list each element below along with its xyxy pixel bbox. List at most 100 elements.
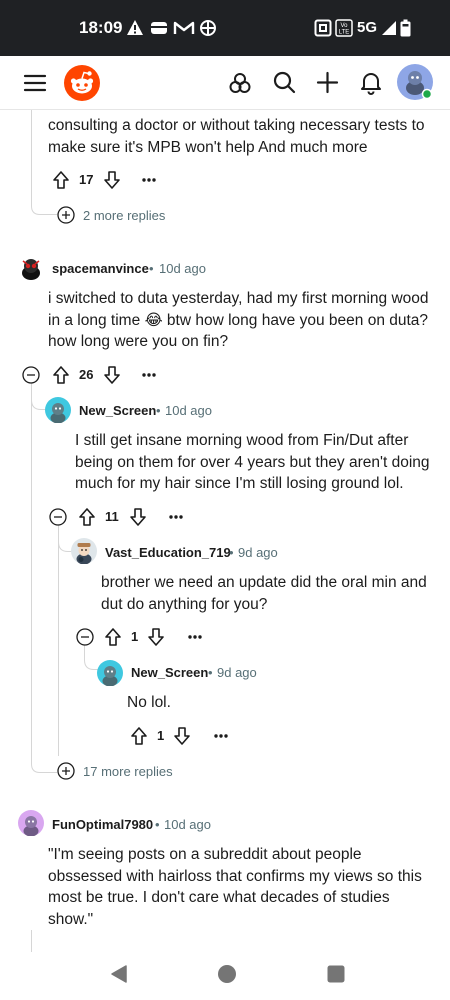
notifications-icon[interactable] bbox=[359, 70, 383, 95]
comment-line: brother we need an update did the oral m… bbox=[101, 574, 427, 591]
collapse-thread-icon[interactable] bbox=[49, 508, 67, 526]
more-options-icon[interactable] bbox=[141, 372, 157, 378]
meta-separator: • bbox=[229, 545, 234, 560]
collapse-thread-icon[interactable] bbox=[76, 628, 94, 646]
battery-icon bbox=[400, 19, 411, 37]
upvote-icon[interactable] bbox=[52, 365, 70, 385]
thread-connector bbox=[31, 396, 45, 410]
nfc-icon bbox=[314, 19, 332, 37]
thread-line bbox=[31, 110, 32, 200]
collapse-thread-icon[interactable] bbox=[22, 366, 40, 384]
expand-replies-icon[interactable] bbox=[57, 206, 75, 224]
comment-line: No lol. bbox=[127, 694, 171, 711]
expand-replies-icon[interactable] bbox=[57, 762, 75, 780]
vote-count: 1 bbox=[131, 629, 139, 644]
user-avatar[interactable] bbox=[397, 64, 433, 100]
back-icon[interactable] bbox=[109, 964, 129, 984]
downvote-icon[interactable] bbox=[147, 627, 165, 647]
network-label: 5G bbox=[357, 19, 378, 36]
status-bar: 18:09 Vo LTE 5G bbox=[0, 0, 450, 56]
svg-text:Vo: Vo bbox=[340, 23, 348, 29]
wallet-icon bbox=[151, 22, 167, 34]
downvote-icon[interactable] bbox=[129, 507, 147, 527]
recents-icon[interactable] bbox=[327, 965, 345, 983]
comment-age: 10d ago bbox=[164, 817, 211, 832]
thread-connector bbox=[58, 538, 72, 552]
app-notification-icon bbox=[200, 20, 216, 36]
comment-body: "I'm seeing posts on a subreddit about p… bbox=[48, 844, 422, 930]
more-replies-link[interactable]: 2 more replies bbox=[83, 208, 165, 223]
comment-body: i switched to duta yesterday, had my fir… bbox=[48, 288, 429, 353]
vote-count: 11 bbox=[105, 509, 119, 524]
system-nav-bar bbox=[0, 952, 450, 1000]
more-options-icon[interactable] bbox=[213, 733, 229, 739]
upvote-icon[interactable] bbox=[130, 726, 148, 746]
thread-line bbox=[31, 378, 32, 758]
thread-line bbox=[58, 524, 59, 756]
comment-line: consulting a doctor or without taking ne… bbox=[48, 117, 425, 134]
comment-line: I still get insane morning wood from Fin… bbox=[75, 432, 409, 449]
app-bar bbox=[0, 56, 450, 110]
vote-count: 26 bbox=[79, 367, 94, 382]
comment-age: 9d ago bbox=[238, 545, 278, 560]
volte-icon: Vo LTE bbox=[335, 19, 353, 37]
more-options-icon[interactable] bbox=[168, 514, 184, 520]
upvote-icon[interactable] bbox=[104, 627, 122, 647]
comment-username[interactable]: New_Screen bbox=[131, 665, 208, 680]
status-time: 18:09 bbox=[79, 18, 123, 37]
comment-body: brother we need an update did the oral m… bbox=[101, 572, 427, 615]
downvote-icon[interactable] bbox=[103, 170, 121, 190]
comment-username[interactable]: FunOptimal7980 bbox=[52, 817, 153, 832]
comment-line: make sure it's MPB won't help And much m… bbox=[48, 138, 368, 156]
avatar-vast-education[interactable] bbox=[71, 538, 97, 564]
signal-icon bbox=[382, 21, 396, 35]
comment-line: how long were you on fin? bbox=[48, 333, 229, 350]
avatar-funoptimal[interactable] bbox=[18, 810, 44, 836]
comment-line: being on them for over 4 years but they … bbox=[75, 453, 430, 471]
gmail-icon bbox=[173, 21, 195, 34]
more-options-icon[interactable] bbox=[141, 177, 157, 183]
avatar-new-screen[interactable] bbox=[45, 397, 71, 423]
comment-body: No lol. bbox=[127, 692, 171, 714]
comment-age: 9d ago bbox=[217, 665, 257, 680]
downvote-icon[interactable] bbox=[173, 726, 191, 746]
comment-line: most be true. I don't care what decades … bbox=[48, 889, 390, 906]
upvote-icon[interactable] bbox=[78, 507, 96, 527]
warning-icon bbox=[127, 20, 143, 35]
comment-line: dut do anything for you? bbox=[101, 595, 268, 613]
hamburger-menu-icon[interactable] bbox=[22, 70, 48, 96]
comment-age: 10d ago bbox=[159, 261, 206, 276]
comment-line: much for my hair since I'm still losing … bbox=[75, 475, 404, 492]
vote-count: 17 bbox=[79, 172, 94, 187]
thread-connector bbox=[31, 756, 57, 773]
thread-connector bbox=[84, 646, 98, 670]
downvote-icon[interactable] bbox=[103, 365, 121, 385]
search-icon[interactable] bbox=[272, 70, 297, 95]
home-icon[interactable] bbox=[217, 964, 237, 984]
comment-age: 10d ago bbox=[165, 403, 212, 418]
more-replies-link[interactable]: 17 more replies bbox=[83, 764, 173, 779]
vote-count: 1 bbox=[157, 728, 165, 743]
thread-connector bbox=[31, 198, 57, 215]
meta-separator: • bbox=[149, 261, 154, 276]
comment-username[interactable]: spacemanvince bbox=[52, 261, 149, 276]
meta-separator: • bbox=[156, 403, 161, 418]
more-options-icon[interactable] bbox=[187, 634, 203, 640]
communities-icon[interactable] bbox=[228, 71, 252, 95]
comment-line: obssessed with hairloss that confirms my… bbox=[48, 867, 422, 885]
comment-line: "I'm seeing posts on a subreddit about p… bbox=[48, 846, 362, 863]
comment-username[interactable]: Vast_Education_719 bbox=[105, 545, 231, 560]
comment-line: show." bbox=[48, 910, 94, 928]
comment-body: I still get insane morning wood from Fin… bbox=[75, 430, 430, 495]
avatar-spacemanvince[interactable] bbox=[18, 255, 44, 281]
meta-separator: • bbox=[155, 817, 160, 832]
upvote-icon[interactable] bbox=[52, 170, 70, 190]
create-post-icon[interactable] bbox=[316, 71, 339, 94]
thread-line bbox=[31, 930, 32, 952]
avatar-new-screen[interactable] bbox=[97, 660, 123, 686]
comment-line: in a long time 😂 btw how long have you b… bbox=[48, 311, 429, 329]
reddit-logo-icon[interactable] bbox=[64, 65, 100, 101]
comment-username[interactable]: New_Screen bbox=[79, 403, 156, 418]
meta-separator: • bbox=[208, 665, 213, 680]
comment-thread: consulting a doctor or without taking ne… bbox=[0, 110, 450, 952]
